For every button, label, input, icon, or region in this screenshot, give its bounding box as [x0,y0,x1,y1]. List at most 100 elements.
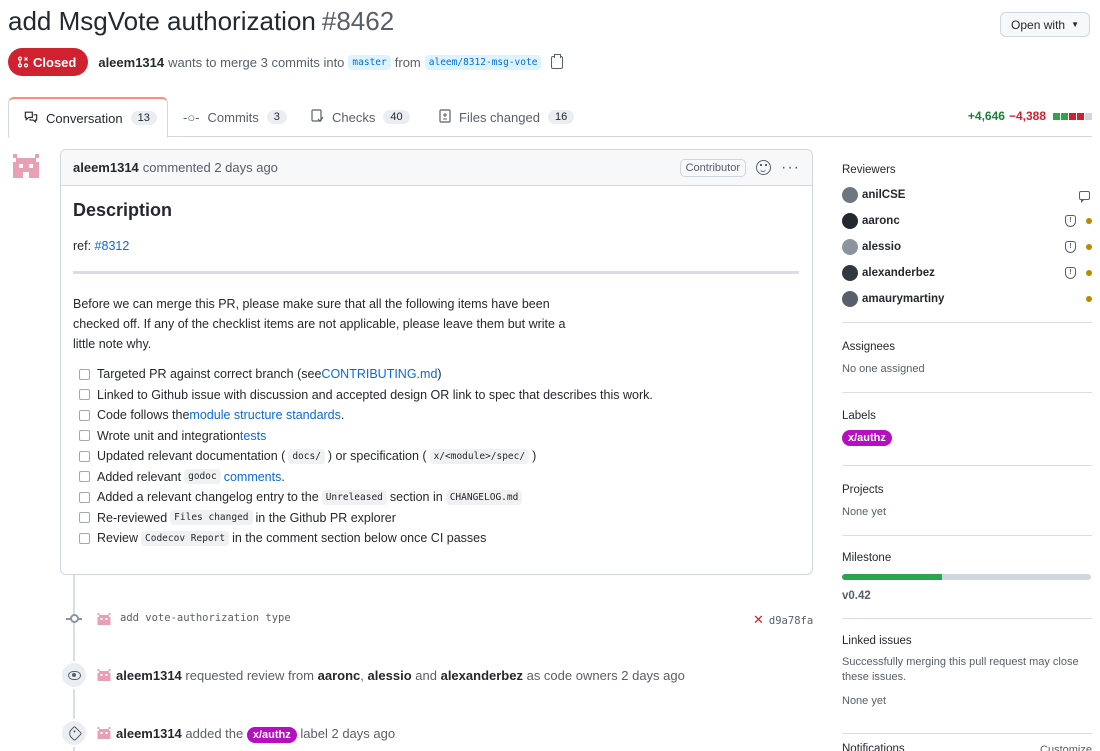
comment-author[interactable]: aleem1314 [73,160,139,175]
label-x-authz[interactable]: x/authz [842,430,892,446]
reviewer-name[interactable]: anilCSE [862,189,905,201]
code-owner-shield-icon: ! [1065,267,1076,279]
x-icon[interactable]: ✕ [753,612,764,627]
checkbox[interactable] [79,512,90,524]
reviewer-avatar[interactable] [842,265,858,281]
diffstat-block [1053,112,1060,120]
diffstat-block [1077,112,1084,120]
review-author-avatar[interactable] [96,667,112,684]
reviewer-name[interactable]: alessio [862,241,901,253]
head-branch[interactable]: aleem/8312-msg-vote [424,54,542,70]
assignees-heading[interactable]: Assignees [842,341,1092,353]
divider [842,618,1092,619]
reviewers-heading[interactable]: Reviewers [842,164,1092,176]
reviewer-row: aaronc! [842,212,1092,230]
open-with-button[interactable]: Open with ▼ [1000,12,1090,37]
ref-line: ref: #8312 [73,239,800,253]
label-author-link[interactable]: aleem1314 [116,726,182,741]
reviewer-name[interactable]: alexanderbez [862,267,935,279]
reviewer-avatar[interactable] [842,239,858,255]
label-text: label 2 days ago [300,725,396,741]
milestone-section: Milestone [842,552,1092,564]
linked-issues-heading: Linked issues [842,635,912,647]
checklist-link[interactable]: CONTRIBUTING.md [321,367,437,381]
label-x-authz[interactable]: x/authz [246,726,297,743]
commit-message-link[interactable]: add vote-authorization type [120,612,291,624]
checklist-link[interactable]: comments [224,470,282,484]
pending-dot-icon [1086,296,1092,302]
from-text: from [394,54,421,70]
pr-description-comment: aleem1314 commented 2 days ago Contribut… [60,149,813,575]
reviewer-status [1086,296,1092,302]
inline-code: docs/ [288,448,325,464]
checklist-item: Code follows the module structure standa… [73,405,800,426]
review-sep: , [360,667,364,683]
customize-link[interactable]: Customize [1040,743,1092,751]
checkbox[interactable] [79,450,90,462]
base-branch[interactable]: master [348,54,391,70]
checklist: Targeted PR against correct branch (see … [73,364,800,549]
reviewer-avatar[interactable] [842,291,858,307]
checklist-link[interactable]: module structure standards [189,408,340,422]
reviewer-status: ! [1065,215,1092,227]
checkbox[interactable] [79,368,90,380]
labels-heading[interactable]: Labels [842,410,1092,422]
milestone-heading[interactable]: Milestone [842,552,1092,564]
author-avatar[interactable] [10,150,42,182]
checkbox[interactable] [79,430,90,442]
reviewer-name[interactable]: amaurymartiny [862,293,944,305]
review-text: requested review from [185,667,315,683]
diffstat-blocks [1053,112,1092,120]
checkbox[interactable] [79,491,90,503]
checklist-link[interactable]: tests [240,429,266,443]
milestone-progress-fill [842,574,942,580]
eye-icon [67,670,81,680]
comment-icon [1079,190,1090,203]
milestone-link[interactable]: v0.42 [842,590,1092,602]
reviewer-link[interactable]: alexanderbez [441,668,523,683]
ref-label: ref: [73,239,92,253]
checklist-item: Re-reviewed Files changed in the Github … [73,508,800,529]
copy-icon[interactable] [551,53,564,69]
checklist-text: Linked to Github issue with discussion a… [97,387,653,402]
comment-time[interactable]: commented 2 days ago [143,160,278,175]
code-owner-shield-icon: ! [1065,241,1076,253]
inline-code: Unreleased [321,489,387,505]
reviewer-row: anilCSE [842,186,1092,204]
inline-code: godoc [184,469,221,485]
kebab-horizontal-icon[interactable]: ··· [781,159,800,177]
description-paragraph: Before we can merge this PR, please make… [73,297,566,351]
checkbox[interactable] [79,471,90,483]
tab-conversation[interactable]: Conversation 13 [8,97,168,138]
git-commit-icon [60,613,88,623]
label-author-avatar[interactable] [96,725,112,742]
commit-sha-link[interactable]: d9a78fa [769,615,813,627]
reviewer-link[interactable]: alessio [368,668,412,683]
tab-commits[interactable]: -○- Commits 3 [168,97,302,137]
checklist-text: . [281,469,285,484]
checkbox[interactable] [79,389,90,401]
commit-author-avatar[interactable] [96,610,112,627]
smiley-icon[interactable] [756,160,772,175]
git-pull-request-closed-icon [17,56,29,68]
checklist-text: section in [389,490,443,505]
review-author-link[interactable]: aleem1314 [116,668,182,683]
projects-section: Projects None yet [842,484,1092,520]
tab-label: Checks [332,109,376,125]
reviewer-name[interactable]: aaronc [862,215,900,227]
pr-author-link[interactable]: aleem1314 [98,55,164,70]
pending-dot-icon [1086,270,1092,276]
caret-down-icon: ▼ [1071,20,1079,29]
tab-checks[interactable]: Checks 40 [296,97,425,137]
notifications-section: Notifications Customize [842,743,1092,751]
checkbox[interactable] [79,409,90,421]
tab-files-changed[interactable]: Files changed 16 [424,97,589,137]
eye-icon-badge [60,661,88,689]
projects-heading[interactable]: Projects [842,484,1092,496]
checklist-text: in the Github PR explorer [255,510,396,525]
ref-issue-link[interactable]: #8312 [95,239,130,253]
reviewer-avatar[interactable] [842,187,858,203]
checkbox[interactable] [79,532,90,544]
reviewer-link[interactable]: aaronc [318,668,361,683]
reviewer-avatar[interactable] [842,213,858,229]
